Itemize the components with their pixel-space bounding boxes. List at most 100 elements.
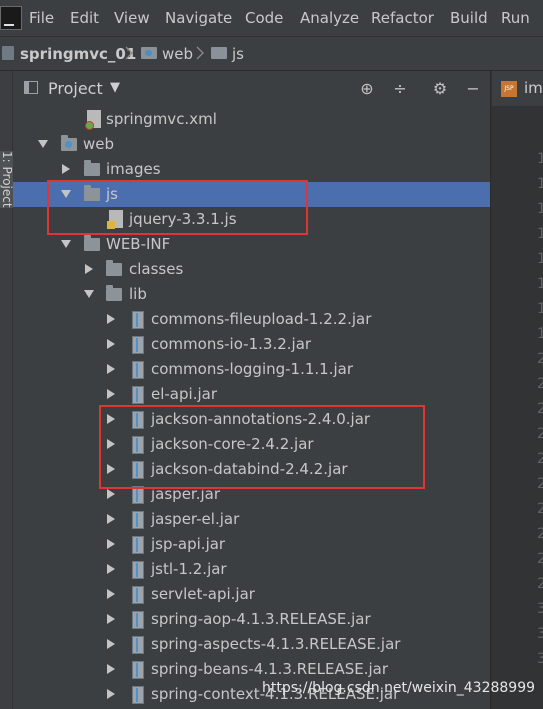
tree-item-jar[interactable]: spring-aspects-4.1.3.RELEASE.jar bbox=[13, 632, 490, 657]
jar-icon bbox=[132, 611, 144, 629]
collapsed-arrow-icon[interactable] bbox=[107, 689, 115, 699]
project-tool-button[interactable]: 1: Project bbox=[0, 151, 14, 208]
collapsed-arrow-icon[interactable] bbox=[107, 639, 115, 649]
chevron-down-icon[interactable]: ▼ bbox=[110, 80, 120, 95]
collapsed-arrow-icon[interactable] bbox=[85, 264, 93, 274]
tree-item-springmvc-xml[interactable]: springmvc.xml bbox=[13, 107, 490, 132]
tree-item-label: servlet-api.jar bbox=[151, 585, 255, 603]
expand-arrow-icon[interactable] bbox=[61, 240, 71, 248]
line-number: 1 bbox=[537, 276, 543, 292]
tree-item-label: commons-io-1.3.2.jar bbox=[151, 335, 312, 353]
line-number: 2 bbox=[537, 526, 543, 542]
highlight-box-js bbox=[47, 180, 308, 235]
menu-build[interactable]: Build bbox=[450, 9, 488, 27]
folder-icon bbox=[84, 160, 100, 176]
jar-icon bbox=[132, 586, 144, 604]
folder-icon bbox=[84, 235, 100, 251]
collapsed-arrow-icon[interactable] bbox=[107, 664, 115, 674]
tree-item-jar[interactable]: jsp-api.jar bbox=[13, 532, 490, 557]
line-number: 2 bbox=[537, 401, 543, 417]
locate-icon[interactable]: ⊕ bbox=[356, 78, 378, 100]
highlight-box-jackson bbox=[99, 405, 425, 489]
tree-item-label: spring-aspects-4.1.3.RELEASE.jar bbox=[151, 635, 401, 653]
project-panel-header: Project ▼ ⊕ ÷ ⚙ − bbox=[13, 71, 490, 107]
jar-icon bbox=[132, 311, 144, 329]
tree-item-jar[interactable]: servlet-api.jar bbox=[13, 582, 490, 607]
collapsed-arrow-icon[interactable] bbox=[62, 164, 70, 174]
line-number: 2 bbox=[537, 476, 543, 492]
tree-item-label: WEB-INF bbox=[106, 235, 171, 253]
menu-analyze[interactable]: Analyze bbox=[300, 9, 359, 27]
collapsed-arrow-icon[interactable] bbox=[107, 564, 115, 574]
collapsed-arrow-icon[interactable] bbox=[107, 539, 115, 549]
tree-item-jar[interactable]: commons-logging-1.1.1.jar bbox=[13, 357, 490, 382]
tree-item-label: el-api.jar bbox=[151, 385, 217, 403]
hide-icon[interactable]: − bbox=[462, 78, 484, 100]
menu-refactor[interactable]: Refactor bbox=[371, 9, 434, 27]
editor-tab[interactable]: im bbox=[524, 79, 543, 97]
menu-edit[interactable]: Edit bbox=[70, 9, 99, 27]
collapse-icon[interactable]: ÷ bbox=[389, 78, 411, 100]
collapsed-arrow-icon[interactable] bbox=[107, 389, 115, 399]
menu-bar: File Edit View Navigate Code Analyze Ref… bbox=[0, 0, 543, 37]
line-number: 3 bbox=[537, 601, 543, 617]
tree-item-label: jasper-el.jar bbox=[151, 510, 240, 528]
menu-file[interactable]: File bbox=[29, 9, 54, 27]
gear-icon[interactable]: ⚙ bbox=[429, 78, 451, 100]
menu-navigate[interactable]: Navigate bbox=[165, 9, 232, 27]
jar-icon bbox=[132, 661, 144, 679]
collapsed-arrow-icon[interactable] bbox=[107, 614, 115, 624]
expand-arrow-icon[interactable] bbox=[84, 290, 94, 298]
tree-item-label: jsp-api.jar bbox=[151, 535, 226, 553]
tree-item-jar[interactable]: commons-fileupload-1.2.2.jar bbox=[13, 307, 490, 332]
collapsed-arrow-icon[interactable] bbox=[107, 589, 115, 599]
navigation-bar: springmvc_01 web js bbox=[0, 37, 543, 71]
line-number: 1 bbox=[537, 251, 543, 267]
folder-icon bbox=[106, 260, 122, 276]
tree-item-jar[interactable]: jasper-el.jar bbox=[13, 507, 490, 532]
tree-item-web-inf[interactable]: WEB-INF bbox=[13, 232, 490, 257]
jar-icon bbox=[132, 686, 144, 704]
tree-item-images[interactable]: images bbox=[13, 157, 490, 182]
chevron-right-icon bbox=[196, 46, 204, 60]
tree-item-label: web bbox=[83, 135, 115, 153]
line-number: 1 bbox=[537, 151, 543, 167]
collapsed-arrow-icon[interactable] bbox=[107, 489, 115, 499]
collapsed-arrow-icon[interactable] bbox=[107, 314, 115, 324]
watermark-text: https://blog.csdn.net/weixin_43288999 bbox=[262, 680, 536, 696]
tree-item-lib[interactable]: lib bbox=[13, 282, 490, 307]
tree-item-classes[interactable]: classes bbox=[13, 257, 490, 282]
collapsed-arrow-icon[interactable] bbox=[107, 364, 115, 374]
tree-item-jar[interactable]: spring-beans-4.1.3.RELEASE.jar bbox=[13, 657, 490, 682]
nav-folder-web[interactable]: web bbox=[162, 45, 193, 63]
line-number: 1 bbox=[537, 226, 543, 242]
tree-item-jar[interactable]: el-api.jar bbox=[13, 382, 490, 407]
collapsed-arrow-icon[interactable] bbox=[107, 339, 115, 349]
jar-icon bbox=[132, 561, 144, 579]
expand-arrow-icon[interactable] bbox=[38, 140, 48, 148]
xml-file-icon bbox=[85, 110, 101, 130]
line-number: 1 bbox=[537, 301, 543, 317]
nav-folder-js[interactable]: js bbox=[232, 45, 244, 63]
web-folder-icon bbox=[141, 47, 157, 59]
collapsed-arrow-icon[interactable] bbox=[107, 514, 115, 524]
tree-item-jar[interactable]: commons-io-1.3.2.jar bbox=[13, 332, 490, 357]
jar-icon bbox=[132, 386, 144, 404]
tree-item-jar[interactable]: spring-aop-4.1.3.RELEASE.jar bbox=[13, 607, 490, 632]
tree-item-web[interactable]: web bbox=[13, 132, 490, 157]
tree-item-label: springmvc.xml bbox=[106, 110, 217, 128]
chevron-right-icon bbox=[125, 46, 133, 60]
menu-run[interactable]: Run bbox=[501, 9, 530, 27]
menu-code[interactable]: Code bbox=[245, 9, 283, 27]
tree-item-label: images bbox=[106, 160, 161, 178]
folder-icon bbox=[106, 285, 122, 301]
tree-item-jar[interactable]: jstl-1.2.jar bbox=[13, 557, 490, 582]
project-view-title[interactable]: Project bbox=[48, 79, 103, 98]
editor-tab-bar: JSP im bbox=[491, 71, 543, 106]
nav-project[interactable]: springmvc_01 bbox=[20, 45, 136, 63]
tree-item-label: commons-logging-1.1.1.jar bbox=[151, 360, 354, 378]
folder-icon bbox=[211, 47, 227, 59]
tree-item-label: classes bbox=[129, 260, 184, 278]
menu-view[interactable]: View bbox=[114, 9, 150, 27]
line-number: 1 bbox=[537, 326, 543, 342]
